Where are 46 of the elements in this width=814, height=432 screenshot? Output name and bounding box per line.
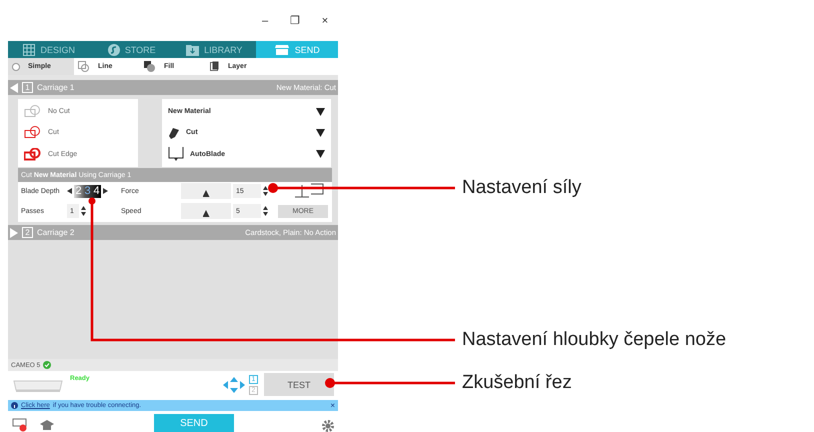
info-icon (11, 402, 18, 409)
cut-edge-icon (24, 148, 42, 161)
slider-thumb[interactable] (202, 190, 210, 197)
blade-icon (168, 126, 180, 139)
radio-icon (12, 62, 20, 70)
dropdown-caret-icon (316, 128, 325, 137)
carriage-label: Carriage 2 (37, 228, 74, 237)
test-button[interactable]: TEST (264, 373, 334, 396)
window-control[interactable]: × (318, 14, 332, 26)
settings-icon[interactable] (322, 420, 334, 432)
graduation-cap-icon[interactable] (40, 420, 54, 432)
close-button[interactable]: × (330, 401, 335, 410)
expand-triangle-icon (10, 228, 18, 238)
folder-icon (186, 44, 200, 56)
spin-arrows-icon (103, 186, 108, 196)
carriage-number: 2 (22, 227, 33, 238)
spin-arrows-icon (81, 206, 86, 216)
dropdown-caret-icon (316, 108, 325, 116)
cutter-icon (274, 44, 290, 55)
spin-arrows-icon (263, 206, 268, 216)
speed-slider[interactable] (181, 203, 231, 219)
move-arrows-icon[interactable] (223, 376, 245, 392)
slider-thumb[interactable] (202, 210, 210, 217)
layer-mode-icon (210, 61, 220, 72)
force-diagram-icon (294, 183, 324, 199)
carriage-label: Carriage 1 (37, 83, 74, 92)
annotation-label: Zkušební řez (462, 372, 572, 394)
tool-holder-icon (168, 147, 184, 162)
cut-icon (24, 126, 42, 140)
line-mode-icon (78, 61, 90, 72)
carriage-number: 1 (22, 82, 33, 93)
machine-alert-icon[interactable] (12, 418, 28, 432)
annotation-label: Nastavení síly (462, 177, 582, 199)
spin-arrows-icon (263, 186, 268, 196)
no-cut-icon (24, 105, 42, 118)
fill-mode-icon (144, 61, 156, 72)
window-control[interactable]: ❐ (288, 14, 302, 27)
annotation-label: Nastavení hloubky čepele nože (462, 329, 726, 351)
spin-arrows-icon (67, 186, 72, 196)
window-control[interactable]: – (258, 14, 272, 26)
force-slider[interactable] (181, 183, 231, 199)
blade-depth-drum[interactable]: 2 3 4 (74, 184, 101, 198)
store-icon (108, 44, 120, 56)
collapse-triangle-icon (10, 82, 18, 92)
grid-icon (23, 44, 36, 56)
dropdown-caret-icon (316, 150, 325, 158)
